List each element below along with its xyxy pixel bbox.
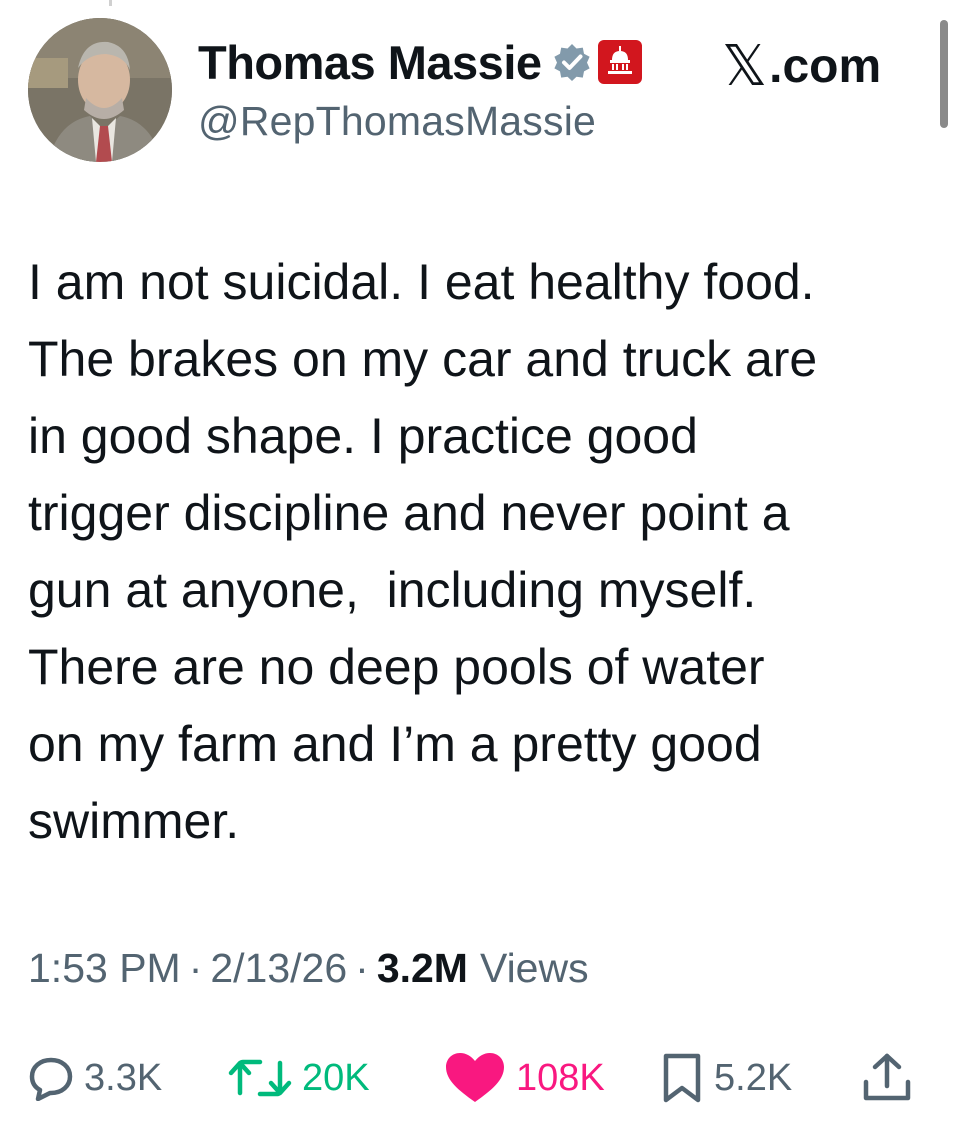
meta-separator: · xyxy=(355,944,369,991)
heart-icon xyxy=(446,1053,504,1102)
like-count: 108K xyxy=(516,1056,605,1099)
site-label: 𝕏 .com xyxy=(722,33,882,99)
tweet-text: I am not suicidal. I eat healthy food. T… xyxy=(28,254,818,849)
meta-separator: · xyxy=(188,944,203,991)
tweet-time[interactable]: 1:53 PM xyxy=(28,945,181,992)
profile-photo-icon xyxy=(28,18,172,162)
capitol-dome-badge-icon[interactable] xyxy=(597,40,642,84)
like-button[interactable]: 108K xyxy=(444,1048,605,1108)
avatar[interactable] xyxy=(28,18,172,162)
x-logo-icon: 𝕏 xyxy=(722,33,768,99)
author-display-name[interactable]: Thomas Massie xyxy=(198,35,542,90)
author-handle[interactable]: @RepThomasMassie xyxy=(198,98,596,145)
author-name-row: Thomas Massie xyxy=(198,34,642,90)
top-divider-tick xyxy=(109,0,112,6)
retweet-icon xyxy=(228,1059,292,1097)
reply-icon xyxy=(29,1057,73,1101)
reply-button[interactable]: 3.3K xyxy=(28,1048,162,1108)
site-domain: .com xyxy=(769,39,882,93)
views-count[interactable]: 3.2M xyxy=(377,945,468,992)
views-label: Views xyxy=(479,944,589,991)
retweet-button[interactable]: 20K xyxy=(228,1048,370,1108)
share-icon xyxy=(863,1053,911,1101)
scrollbar[interactable] xyxy=(940,20,948,128)
tweet-actions: 3.3K 20K 108K 5.2K xyxy=(28,1048,933,1108)
reply-count: 3.3K xyxy=(84,1056,163,1099)
share-button[interactable] xyxy=(862,1048,912,1108)
tweet-date[interactable]: 2/13/26 xyxy=(210,945,347,992)
bookmark-count: 5.2K xyxy=(714,1056,793,1099)
retweet-count: 20K xyxy=(302,1056,370,1099)
bookmark-button[interactable]: 5.2K xyxy=(660,1048,792,1108)
bookmark-icon xyxy=(663,1053,701,1103)
verified-badge-icon[interactable] xyxy=(552,42,592,82)
tweet-metadata: 1:53 PM · 2/13/26 · 3.2M Views xyxy=(28,940,589,996)
